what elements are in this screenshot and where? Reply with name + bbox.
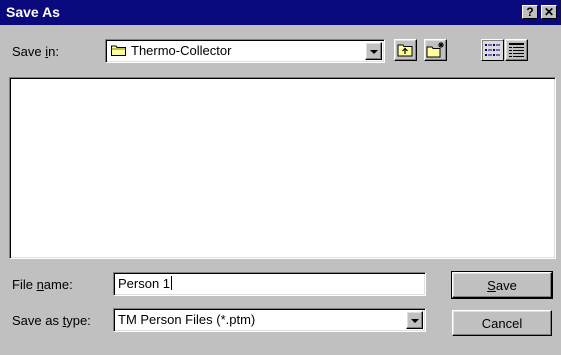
list-view-button[interactable]	[481, 39, 504, 61]
save-as-dialog: Save As ? ✕ Save in: Thermo-Collector Fi…	[0, 0, 561, 355]
cancel-button[interactable]: Cancel	[452, 310, 552, 336]
file-name-value: Person 1	[118, 276, 171, 291]
new-folder-button[interactable]	[424, 39, 447, 61]
help-button[interactable]: ?	[522, 5, 538, 19]
folder-icon	[111, 45, 126, 56]
dialog-title: Save As	[6, 4, 60, 20]
file-name-label: File name:	[12, 277, 73, 292]
file-name-input[interactable]: Person 1	[113, 272, 426, 296]
up-folder-icon	[397, 44, 413, 57]
save-button[interactable]: Save	[451, 271, 553, 299]
save-in-dropdown-arrow[interactable]	[365, 42, 382, 60]
close-button[interactable]: ✕	[541, 5, 557, 19]
save-in-dropdown[interactable]: Thermo-Collector	[105, 39, 385, 63]
save-as-type-dropdown-arrow[interactable]	[406, 311, 423, 329]
save-in-label: Save in:	[12, 44, 59, 59]
file-list[interactable]	[9, 77, 556, 259]
title-bar[interactable]: Save As ? ✕	[0, 0, 561, 25]
details-view-button[interactable]	[505, 39, 528, 61]
up-one-level-button[interactable]	[394, 39, 417, 61]
save-as-type-dropdown[interactable]: TM Person Files (*.ptm)	[113, 308, 426, 332]
list-view-icon	[485, 44, 500, 56]
save-as-type-value: TM Person Files (*.ptm)	[118, 312, 256, 327]
save-in-value: Thermo-Collector	[131, 43, 232, 58]
save-as-type-label: Save as type:	[12, 313, 91, 328]
details-view-icon	[509, 43, 524, 57]
text-cursor	[171, 276, 173, 290]
new-folder-icon	[426, 42, 444, 58]
